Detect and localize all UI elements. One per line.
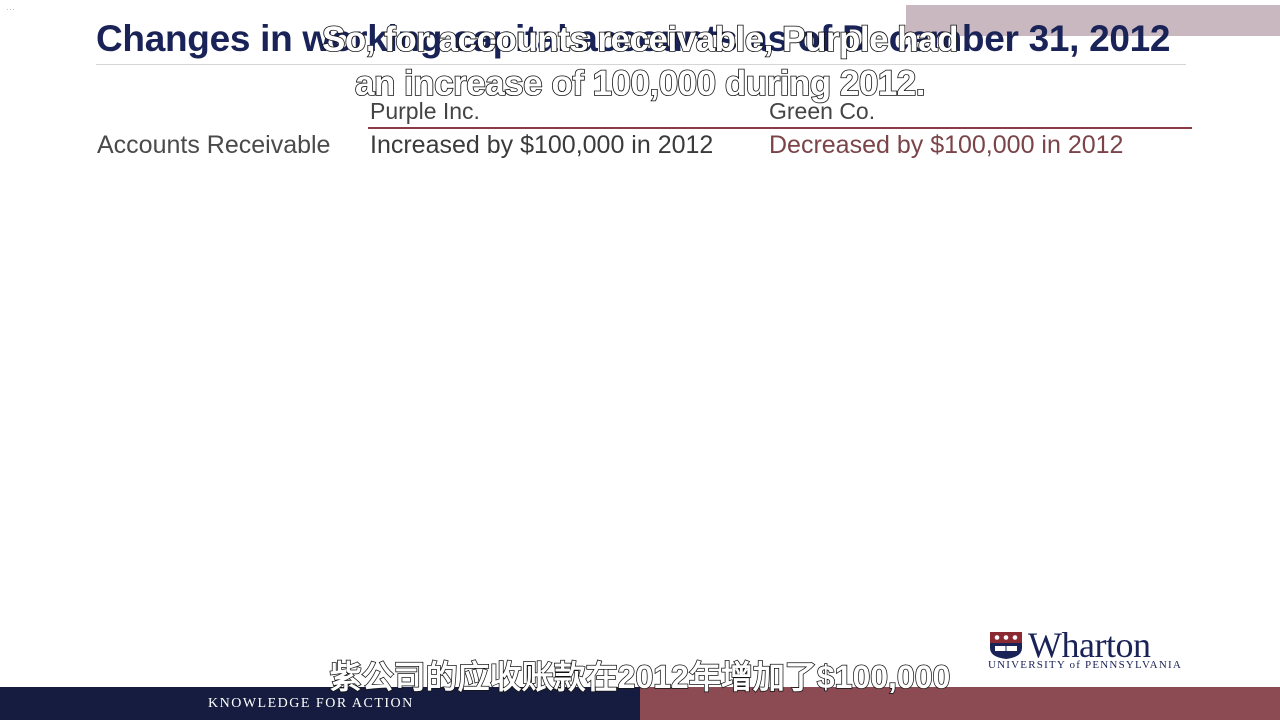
english-subtitle: So, for accounts receivable, Purple had … (0, 18, 1280, 106)
english-subtitle-line-2: an increase of 100,000 during 2012. (354, 63, 926, 104)
footer-tagline: KNOWLEDGE FOR ACTION (208, 696, 414, 711)
cell-purple-accounts-receivable: Increased by $100,000 in 2012 (370, 131, 714, 159)
english-subtitle-line-1: So, for accounts receivable, Purple had (321, 19, 959, 60)
wharton-logo: Wharton UNIVERSITY of PENNSYLVANIA (988, 625, 1193, 674)
corner-mark: ··· (6, 4, 15, 14)
chinese-subtitle: 紫公司的应收账款在2012年增加了$100,000 (329, 658, 951, 696)
row-label-accounts-receivable: Accounts Receivable (97, 131, 331, 159)
penn-shield-icon (990, 632, 1022, 659)
logo-subtitle: UNIVERSITY of PENNSYLVANIA (988, 659, 1182, 671)
header-underline (368, 127, 1192, 129)
cell-green-accounts-receivable: Decreased by $100,000 in 2012 (769, 131, 1124, 159)
